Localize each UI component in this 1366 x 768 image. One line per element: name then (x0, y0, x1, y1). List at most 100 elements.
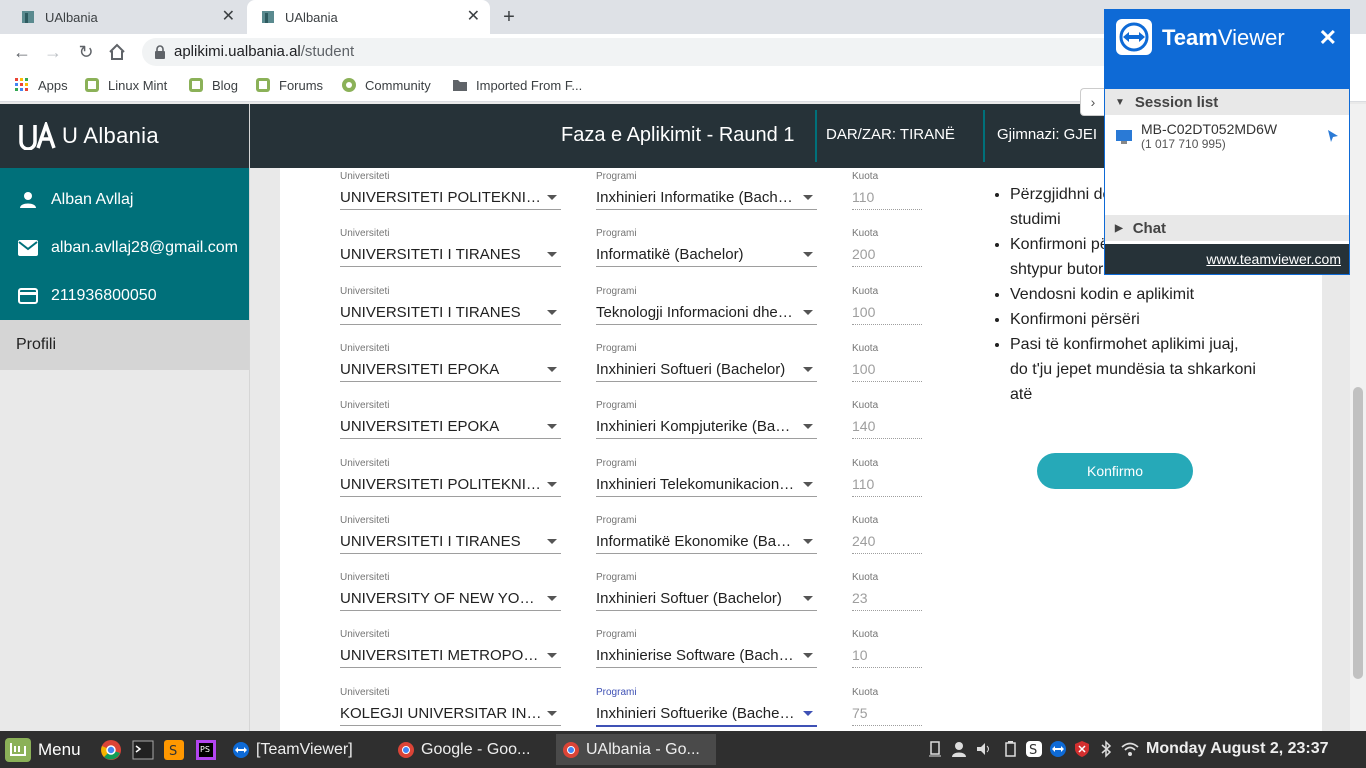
bookmark-blog[interactable]: Blog (188, 77, 238, 93)
sidebar-item-profili[interactable]: Profili (0, 320, 249, 370)
confirm-button[interactable]: Konfirmo (1037, 453, 1193, 489)
program-select[interactable]: Programi Inxhinieri Softuerike (Bachelor) (596, 687, 817, 727)
university-select[interactable]: Universiteti UNIVERSITETI I TIRANES (340, 286, 561, 325)
choice-row: Universiteti UNIVERSITETI I TIRANES Progra… (280, 228, 922, 285)
quota-label: Kuota (852, 171, 879, 182)
choice-row: Universiteti KOLEGJI UNIVERSITAR INSTITUT… (280, 687, 922, 731)
device-icon[interactable] (926, 740, 944, 758)
university-select[interactable]: Universiteti UNIVERSITETI EPOKA (340, 400, 561, 439)
bookmark-apps[interactable]: Apps (14, 77, 68, 93)
quota-value: 100 (852, 304, 876, 320)
university-select[interactable]: Universiteti KOLEGJI UNIVERSITAR INSTITUT… (340, 687, 561, 726)
university-select[interactable]: Universiteti UNIVERSITETI I TIRANES (340, 228, 561, 267)
scrollbar-thumb[interactable] (1353, 387, 1363, 679)
program-select[interactable]: Programi Informatikë (Bachelor) (596, 228, 817, 267)
field-underline (852, 553, 922, 554)
bluetooth-icon[interactable] (1097, 740, 1115, 758)
forward-arrow-icon[interactable]: → (43, 42, 63, 62)
new-tab-button[interactable]: + (499, 6, 519, 29)
phase-title: Faza e Aplikimit - Raund 1 (561, 124, 795, 146)
university-label: Universiteti (340, 572, 390, 583)
university-select[interactable]: Universiteti UNIVERSITY OF NEW YORK TIRAN… (340, 572, 561, 611)
shield-icon[interactable] (1073, 740, 1091, 758)
program-label: Programi (596, 572, 637, 583)
quota-field: Kuota 23 (852, 572, 922, 611)
teamviewer-link[interactable]: www.teamviewer.com (1206, 251, 1341, 267)
quota-label: Kuota (852, 687, 879, 698)
program-select[interactable]: Programi Inxhinieri Informatike (Bachelor… (596, 171, 817, 210)
university-value: UNIVERSITETI I TIRANES (340, 246, 521, 263)
dropdown-arrow-icon (547, 195, 557, 200)
program-select[interactable]: Programi Informatikë Ekonomike (Bachelor) (596, 515, 817, 554)
university-select[interactable]: Universiteti UNIVERSITETI I TIRANES (340, 515, 561, 554)
teamviewer-title: TeamViewer (1162, 25, 1285, 50)
taskbar-window-google[interactable]: Google - Goo... (391, 734, 553, 765)
program-select[interactable]: Programi Inxhinierise Software (Bachelor) (596, 629, 817, 668)
field-underline (340, 553, 561, 554)
wifi-icon[interactable] (1121, 740, 1139, 758)
program-select[interactable]: Programi Inxhinieri Kompjuterike (Bachelo… (596, 400, 817, 439)
university-select[interactable]: Universiteti UNIVERSITETI METROPOLITAN TI… (340, 629, 561, 668)
back-arrow-icon[interactable]: ← (12, 42, 32, 62)
university-label: Universiteti (340, 400, 390, 411)
taskbar-window-teamviewer[interactable]: [TeamViewer] (226, 734, 388, 765)
skype-icon[interactable]: S (1025, 740, 1043, 758)
teamviewer-tray-icon[interactable] (1049, 740, 1067, 758)
quota-label: Kuota (852, 228, 879, 239)
start-menu-button[interactable]: Menu (4, 737, 81, 763)
home-icon[interactable] (108, 43, 126, 61)
clock[interactable]: Monday August 2, 23:37 (1146, 740, 1329, 758)
bookmark-community[interactable]: Community (341, 77, 431, 93)
taskbar-window-ualbania[interactable]: UAlbania - Go... (556, 734, 716, 765)
close-icon[interactable]: ✕ (1319, 25, 1337, 51)
university-label: Universiteti (340, 687, 390, 698)
dropdown-arrow-icon (803, 482, 813, 487)
page-scrollbar[interactable] (1350, 104, 1366, 731)
university-label: Universiteti (340, 171, 390, 182)
chrome-icon[interactable] (100, 739, 122, 761)
field-underline (340, 324, 561, 325)
browser-tab-1[interactable]: UAlbania ✕ (0, 0, 245, 34)
teamviewer-icon (233, 741, 249, 758)
close-tab-icon[interactable]: ✕ (222, 9, 235, 25)
teamviewer-collapse-handle[interactable]: › (1080, 88, 1105, 116)
field-underline (340, 209, 561, 210)
field-underline (852, 496, 922, 497)
program-select[interactable]: Programi Teknologji Informacioni dhe Komu… (596, 286, 817, 325)
phpstorm-icon[interactable]: PS (195, 739, 217, 761)
app-logo[interactable]: U Albania (0, 104, 249, 168)
bookmark-forums[interactable]: Forums (255, 77, 323, 93)
triangle-right-icon: ▶ (1115, 222, 1123, 234)
session-name: MB-C02DT052MD6W (1141, 121, 1278, 137)
sublime-icon[interactable]: S (163, 739, 185, 761)
bookmark-folder-imported[interactable]: Imported From F... (452, 77, 582, 93)
quota-field: Kuota 110 (852, 171, 922, 210)
dropdown-arrow-icon (547, 711, 557, 716)
taskbar: Menu S PS [TeamViewer] Google - Goo... U… (0, 731, 1366, 768)
university-select[interactable]: Universiteti UNIVERSITETI POLITEKNIK I TI… (340, 458, 561, 497)
close-tab-icon[interactable]: ✕ (467, 9, 480, 25)
university-label: Universiteti (340, 343, 390, 354)
reload-icon[interactable]: ↻ (76, 42, 96, 62)
session-list-header[interactable]: ▼ Session list (1105, 89, 1349, 115)
terminal-icon[interactable] (132, 739, 154, 761)
battery-icon[interactable] (1001, 740, 1019, 758)
dropdown-arrow-icon (803, 310, 813, 315)
program-label: Programi (596, 286, 637, 297)
volume-icon[interactable] (975, 740, 993, 758)
dropdown-arrow-icon (803, 711, 813, 716)
teamviewer-logo-icon (1116, 19, 1152, 55)
program-select[interactable]: Programi Inxhinieri Softuer (Bachelor) (596, 572, 817, 611)
browser-tab-2[interactable]: UAlbania ✕ (247, 0, 490, 34)
university-value: UNIVERSITETI I TIRANES (340, 304, 521, 321)
program-value: Informatikë (Bachelor) (596, 246, 744, 263)
chat-header[interactable]: ▶ Chat (1105, 215, 1349, 241)
session-item[interactable]: MB-C02DT052MD6W (1 017 710 995) (1105, 115, 1349, 215)
program-select[interactable]: Programi Inxhinieri Softueri (Bachelor) (596, 343, 817, 382)
apps-grid-icon (15, 78, 28, 91)
university-select[interactable]: Universiteti UNIVERSITETI EPOKA (340, 343, 561, 382)
user-icon[interactable] (950, 740, 968, 758)
program-select[interactable]: Programi Inxhinieri Telekomunikacioni (Ba… (596, 458, 817, 497)
university-select[interactable]: Universiteti UNIVERSITETI POLITEKNIK I TI… (340, 171, 561, 210)
bookmark-linux-mint[interactable]: Linux Mint (84, 77, 167, 93)
